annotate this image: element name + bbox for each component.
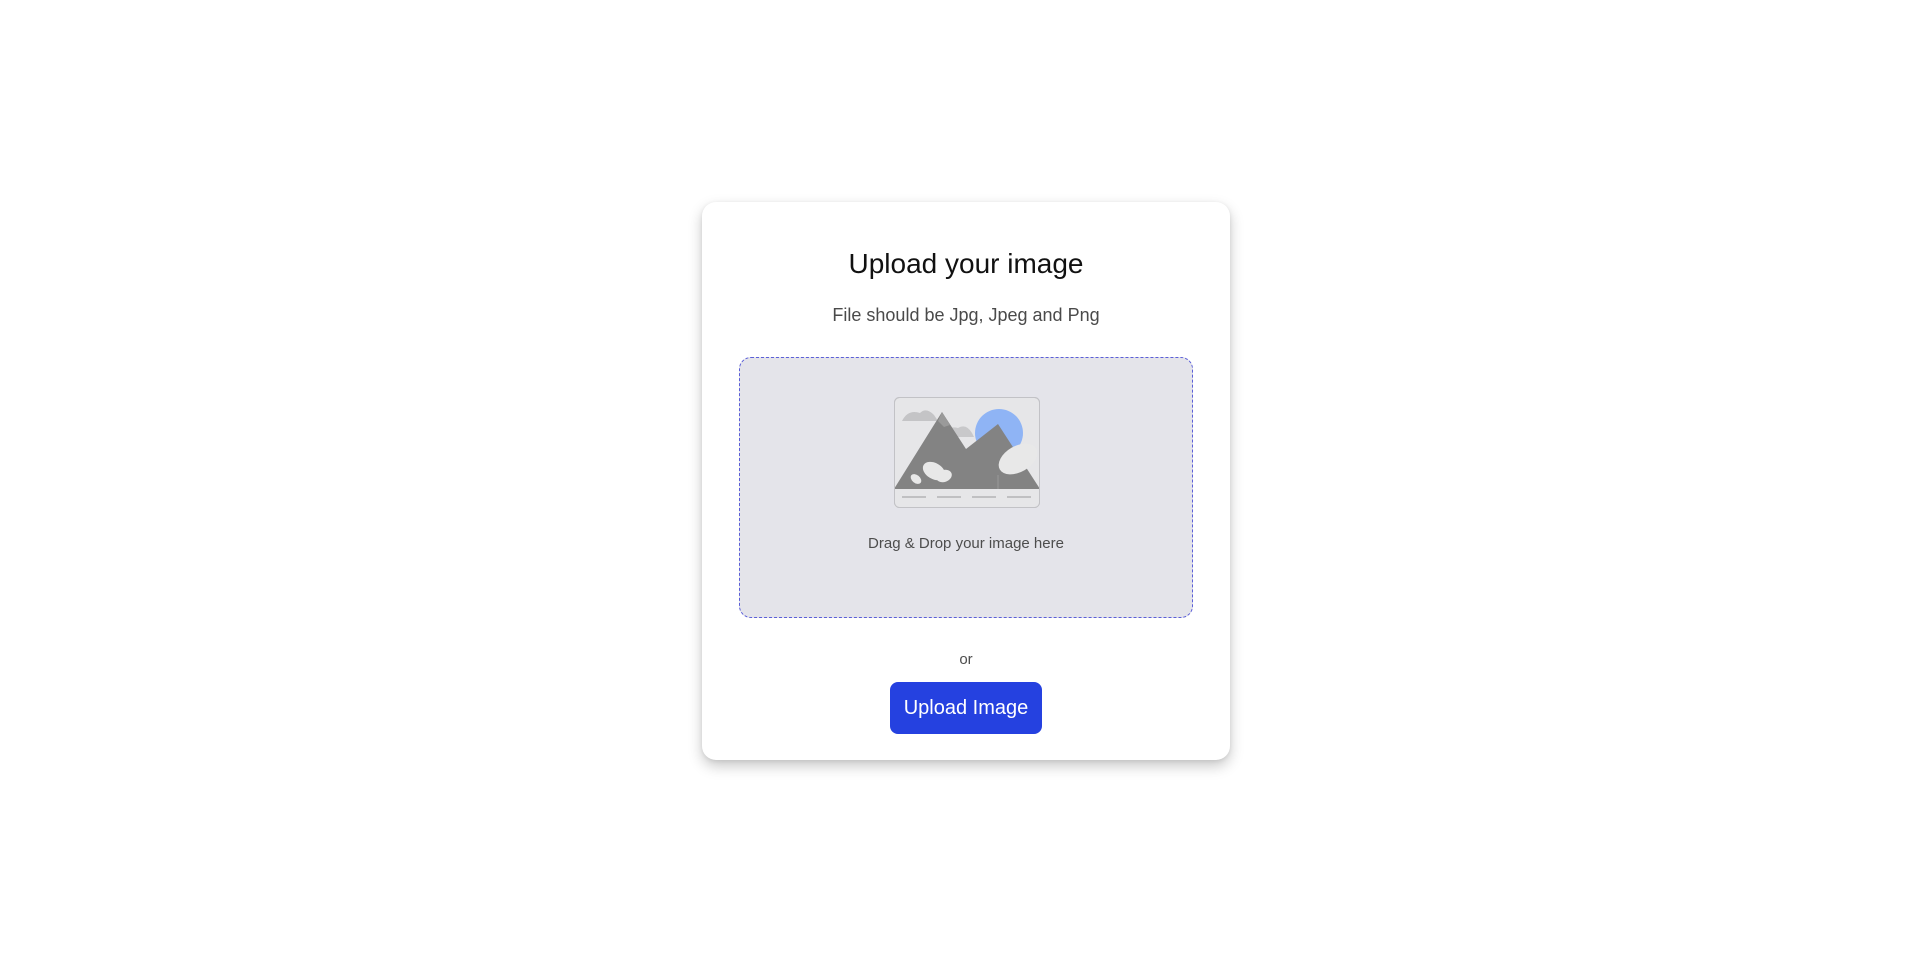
upload-image-button[interactable]: Upload Image: [890, 682, 1042, 734]
image-placeholder-icon: [894, 397, 1040, 508]
or-separator: or: [959, 651, 973, 668]
upload-card: Upload your image File should be Jpg, Jp…: [702, 202, 1230, 760]
file-type-hint: File should be Jpg, Jpeg and Png: [832, 305, 1100, 325]
upload-title: Upload your image: [848, 248, 1084, 279]
drag-drop-text: Drag & Drop your image here: [868, 535, 1064, 552]
drag-drop-zone[interactable]: Drag & Drop your image here: [739, 357, 1193, 618]
